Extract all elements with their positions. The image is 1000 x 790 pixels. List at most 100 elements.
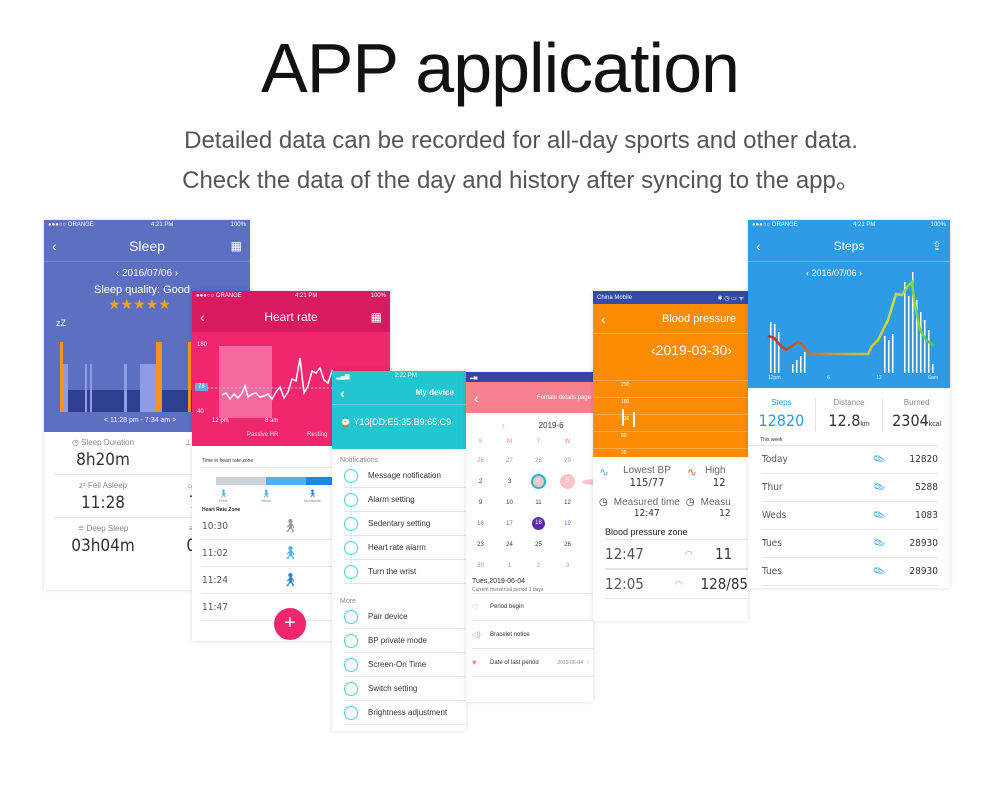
setting-item[interactable]: Turn the wrist (344, 560, 466, 584)
week-row[interactable]: Tues 👟︎ 28930 (762, 530, 938, 558)
setting-item[interactable]: Brightness adjustment (344, 701, 466, 725)
shoe-icon: 👟︎ (873, 482, 886, 493)
setting-icon (344, 540, 358, 555)
calendar-day[interactable]: 11 (524, 500, 553, 506)
chevron-right-icon[interactable]: › (587, 660, 589, 666)
steps-bar (778, 332, 780, 373)
prev-month-button[interactable]: ‹ (502, 421, 505, 430)
setting-item[interactable]: Alarm setting (344, 488, 466, 512)
setting-item[interactable]: Message notification (344, 464, 466, 488)
setting-label: Brightness adjustment (368, 708, 448, 717)
weekday-label: T (536, 439, 541, 445)
calendar-day[interactable]: 3 (582, 458, 593, 464)
calendar-day[interactable]: 16 (466, 521, 495, 527)
week-day: Thur (762, 482, 783, 493)
x-tick: 6 (826, 375, 830, 381)
back-button[interactable]: ‹ (474, 390, 479, 406)
calendar-day[interactable]: 17 (495, 521, 524, 527)
calendar-day[interactable]: 28 (524, 458, 553, 464)
calendar-day[interactable]: 27 (495, 458, 524, 464)
calendar-day[interactable]: 26 (466, 458, 495, 464)
female-item[interactable]: ◁) Bracelet notice (472, 621, 593, 649)
bp-gridline: 80 (593, 424, 748, 439)
female-item[interactable]: ♥ Date of last period 2019-06-04 › (472, 649, 593, 677)
zone-label: Rest (219, 498, 228, 503)
week-row[interactable]: Weds 👟︎ 1083 (762, 502, 938, 530)
add-button[interactable]: + (274, 608, 306, 640)
y-tick: 230 (621, 382, 630, 388)
lowest-label: Lowest BP (623, 465, 671, 476)
calendar-day[interactable]: 29 (553, 458, 582, 464)
calendar-day[interactable]: 26 (553, 542, 582, 548)
shoe-icon: 👟︎ (873, 538, 886, 549)
setting-item[interactable]: Sedentary setting (344, 512, 466, 536)
calendar-day[interactable]: 9 (466, 500, 495, 506)
setting-icon (344, 516, 358, 531)
female-item[interactable]: ♡ Period begin (472, 593, 593, 621)
zone-person-icon: 🚶︎ (218, 489, 229, 498)
calendar-day[interactable]: 3 (495, 479, 524, 485)
steps-bar (800, 356, 802, 373)
calendar-day[interactable]: 18 (532, 517, 545, 530)
calendar-day[interactable]: 1 (582, 500, 593, 506)
item-label: Date of last period (490, 659, 539, 666)
setting-label: Sedentary setting (368, 519, 431, 528)
calendar-day[interactable]: 10 (495, 500, 524, 506)
bp-gridline: 130 (593, 407, 748, 422)
week-day: Tues (762, 538, 782, 549)
week-row[interactable]: Today 👟︎ 12820 (762, 446, 938, 474)
week-value: 5288 (915, 482, 938, 493)
heart-rate-line (221, 357, 343, 401)
sleep-stat: ≘ Deep Sleep 03h04m (54, 518, 152, 560)
calendar-day[interactable]: 30 (466, 563, 495, 569)
back-button[interactable]: ‹ (340, 385, 345, 401)
setting-item[interactable]: Screen-On Time (344, 653, 466, 677)
back-button[interactable]: ‹ (52, 238, 57, 254)
calendar-day[interactable]: 6 (582, 478, 593, 485)
calendar-day[interactable]: 1 (495, 563, 524, 569)
zone-time: 11:02 (202, 547, 228, 559)
battery: 100% (230, 222, 246, 228)
back-button[interactable]: ‹ (601, 311, 606, 327)
setting-item[interactable]: Switch setting (344, 677, 466, 701)
screen-title: Blood pressure (662, 312, 736, 325)
summary-value: 12820 (758, 411, 805, 430)
week-row[interactable]: Tues 👟︎ 28930 (762, 558, 938, 586)
setting-label: Screen-On Time (368, 660, 427, 669)
calendar-day[interactable]: 2 (582, 521, 593, 527)
zone-time: 10:30 (202, 520, 228, 532)
y-tick: 30 (621, 450, 627, 456)
setting-item[interactable]: Heart rate alarm (344, 536, 466, 560)
back-button[interactable]: ‹ (756, 238, 761, 254)
calendar-icon[interactable]: ▦ (231, 239, 242, 253)
calendar-icon[interactable]: ▦ (371, 310, 382, 324)
bp-row: 12:47 ◠ 11 (605, 539, 748, 569)
calendar-day[interactable]: 4 (582, 563, 593, 569)
x-tick: 12 (876, 375, 882, 381)
calendar-day[interactable]: 5 (560, 474, 575, 489)
back-button[interactable]: ‹ (200, 309, 205, 325)
calendar-day[interactable]: 4 (531, 474, 546, 489)
carrier: ●●●○○ ORANGE (48, 222, 94, 228)
calendar-day[interactable]: 2 (582, 542, 593, 548)
setting-item[interactable]: Pair device (344, 605, 466, 629)
bp-row: 12:05 ◠ 128/85 (605, 569, 748, 599)
calendar-day[interactable]: 23 (466, 542, 495, 548)
setting-label: BP private mode (368, 636, 427, 645)
calendar-day[interactable]: 24 (495, 542, 524, 548)
shoe-icon: 👟︎ (873, 510, 886, 521)
share-icon[interactable]: ⇪ (932, 239, 942, 253)
summary-label: Distance (833, 398, 865, 407)
calendar-day[interactable]: 19 (553, 521, 582, 527)
calendar-day[interactable]: 2 (524, 563, 553, 569)
device-name: ⌚ Y13[DD:E5:35:B9:65:C9 (340, 417, 452, 427)
setting-label: Switch setting (368, 684, 418, 693)
setting-item[interactable]: BP private mode (344, 629, 466, 653)
week-value: 28930 (909, 538, 938, 549)
calendar-day[interactable]: 12 (553, 500, 582, 506)
week-row[interactable]: Thur 👟︎ 5288 (762, 474, 938, 502)
steps-bar (792, 364, 794, 373)
calendar-day[interactable]: 25 (524, 542, 553, 548)
calendar-day[interactable]: 2 (466, 479, 495, 485)
calendar-day[interactable]: 3 (553, 563, 582, 569)
